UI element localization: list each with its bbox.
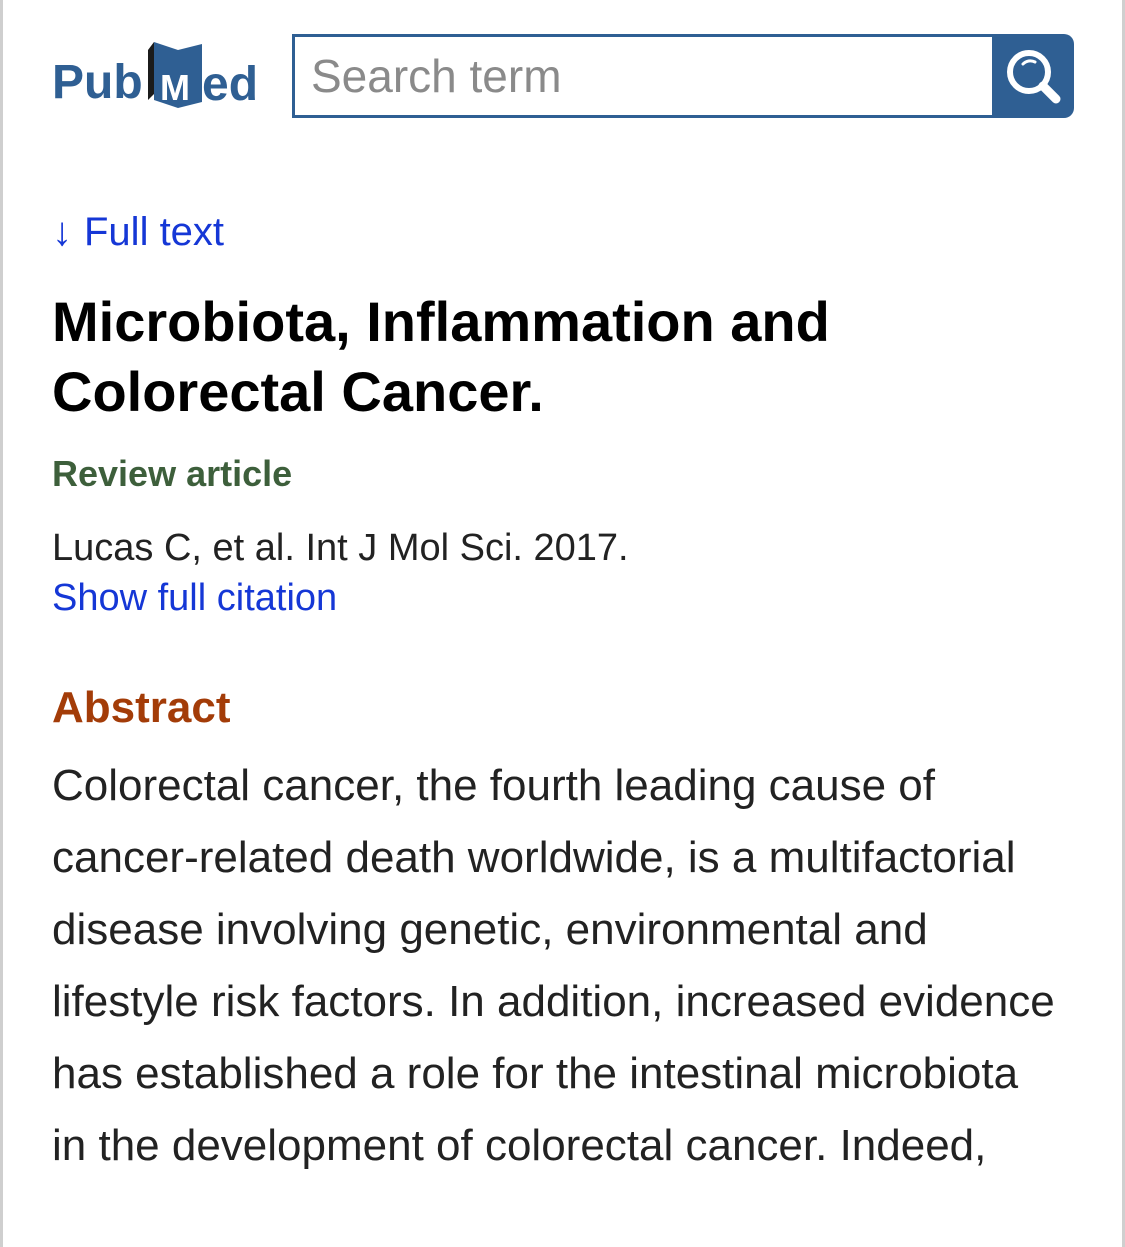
article-title: Microbiota, Inflammation and Colorectal … — [52, 290, 830, 423]
down-arrow-icon: ↓ — [52, 210, 72, 254]
show-full-citation-link[interactable]: Show full citation — [52, 577, 337, 620]
article-type-badge: Review article — [52, 453, 293, 494]
magnifier-icon — [1007, 50, 1061, 104]
full-text-label: Full text — [84, 210, 225, 254]
search-button[interactable] — [992, 34, 1074, 118]
left-frame-border — [0, 0, 3, 1247]
svg-text:Pub: Pub — [52, 56, 143, 109]
pubmed-logo[interactable]: Pub M ed — [52, 36, 277, 120]
citation-short: Lucas C, et al. Int J Mol Sci. 2017. — [52, 527, 629, 569]
header: Pub M ed — [52, 34, 1074, 120]
search-bar — [292, 34, 1074, 118]
svg-text:ed: ed — [202, 58, 258, 111]
full-text-link[interactable]: ↓ Full text — [52, 210, 224, 255]
svg-text:M: M — [160, 67, 190, 108]
abstract-heading: Abstract — [52, 683, 231, 732]
abstract-text: Colorectal cancer, the fourth leading ca… — [52, 761, 1055, 1170]
search-input[interactable] — [292, 34, 992, 118]
